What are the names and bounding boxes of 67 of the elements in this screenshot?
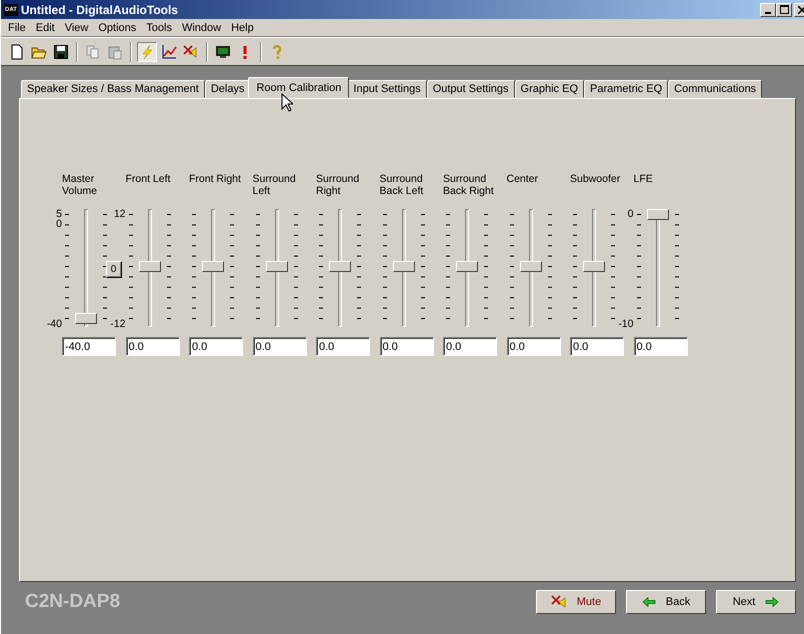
maximize-button[interactable] [776, 2, 792, 16]
tab[interactable]: Speaker Sizes / Bass Management [21, 80, 205, 98]
slider-thumb[interactable] [266, 261, 288, 272]
menu-item[interactable]: View [60, 22, 94, 34]
zero-button[interactable]: 0 [106, 260, 122, 278]
tab[interactable]: Input Settings [347, 80, 427, 98]
tab[interactable]: Room Calibration [248, 77, 350, 98]
slider-thumb[interactable] [138, 261, 160, 272]
lightning-icon[interactable] [137, 42, 157, 62]
menu-item[interactable]: Help [226, 22, 259, 34]
muted-speaker-icon [550, 595, 567, 609]
value-field[interactable]: 0.0 [380, 337, 434, 356]
channel-label: Subwoofer [569, 173, 622, 187]
scale-label: -40 [46, 319, 62, 329]
minimize-button[interactable] [760, 2, 776, 16]
scale-label: 0 [56, 219, 62, 229]
menu-item[interactable]: Window [176, 22, 226, 34]
value-field[interactable]: 0.0 [443, 337, 497, 356]
product-logo: C2N-DAP8 [25, 591, 120, 613]
value-field[interactable]: 0.0 [189, 337, 243, 356]
channel-label: Center [506, 173, 540, 187]
scale-label: -10 [618, 319, 634, 329]
value-field[interactable]: 0.0 [316, 337, 370, 356]
maximize-icon [780, 5, 788, 14]
channel-label: Surround Back Left [378, 173, 424, 199]
scale-label: 5 [56, 209, 62, 219]
value-field[interactable]: 0.0 [126, 337, 180, 356]
channel-label: Surround Right [315, 173, 360, 199]
tab[interactable]: Delays [204, 80, 250, 98]
channel-label: Front Left [124, 173, 172, 187]
slider-thumb[interactable] [202, 261, 224, 272]
left-arrow-icon [642, 597, 656, 607]
window-title: Untitled - DigitalAudioTools [20, 2, 179, 16]
menu-item[interactable]: Edit [30, 22, 60, 34]
channel-label: LFE [632, 173, 654, 187]
slider-thumb[interactable] [392, 261, 414, 272]
right-arrow-icon [765, 597, 780, 607]
slider-thumb[interactable] [456, 261, 478, 272]
channel-label: Master Volume [61, 173, 98, 199]
channel-label: Front Right [188, 173, 242, 187]
value-field[interactable]: 0.0 [570, 337, 624, 356]
slider-thumb[interactable] [520, 261, 542, 272]
tab[interactable]: Communications [668, 80, 762, 98]
menu-item[interactable]: Tools [141, 22, 177, 34]
channel-label: Surround Back Right [442, 173, 495, 199]
slider-thumb[interactable] [583, 261, 605, 272]
value-field[interactable]: 0.0 [506, 337, 560, 356]
slider-thumb[interactable] [329, 261, 351, 272]
menu-item[interactable]: Options [93, 22, 142, 34]
tab[interactable]: Graphic EQ [514, 80, 584, 98]
slider-thumb[interactable] [646, 209, 668, 220]
scale-label: 0 [628, 209, 634, 219]
menu-item[interactable]: File [3, 22, 31, 34]
scale-label: 12 [114, 209, 126, 219]
slider-thumb[interactable] [75, 313, 97, 324]
scale-label: -12 [110, 319, 126, 329]
back-button[interactable]: Back [626, 590, 706, 614]
value-field[interactable]: 0.0 [252, 337, 306, 356]
channel-label: Surround Left [252, 173, 297, 199]
minimize-icon [765, 12, 771, 14]
tab[interactable]: Parametric EQ [584, 80, 668, 98]
value-field[interactable]: -40.0 [62, 337, 116, 356]
mute-button[interactable]: Mute [536, 590, 616, 614]
next-button[interactable]: Next [716, 590, 796, 614]
close-icon [798, 6, 804, 14]
tab[interactable]: Output Settings [426, 80, 515, 98]
value-field[interactable]: 0.0 [634, 337, 688, 356]
